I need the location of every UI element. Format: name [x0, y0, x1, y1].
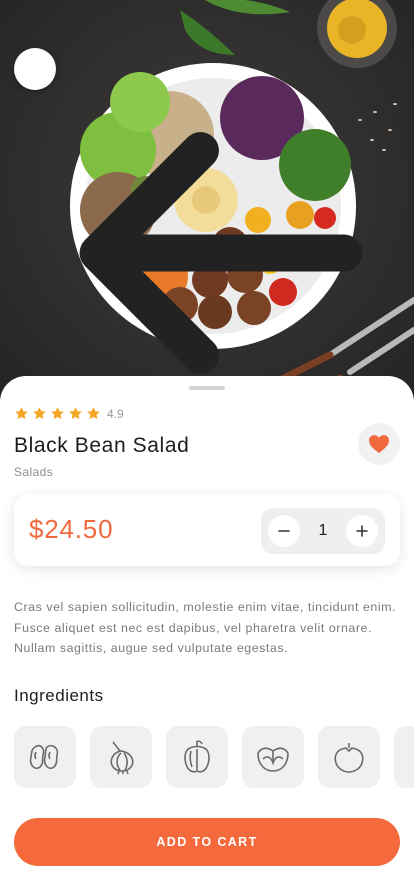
star-icon — [15, 407, 28, 420]
quantity-stepper: 1 — [261, 508, 385, 554]
product-category: Salads — [14, 465, 54, 479]
star-icon — [87, 407, 100, 420]
star-icon — [69, 407, 82, 420]
onion-icon — [110, 741, 134, 775]
cabbage-icon — [257, 747, 289, 772]
drag-handle[interactable] — [189, 386, 225, 390]
ingredient-item[interactable] — [166, 726, 228, 788]
arrow-left-icon — [79, 132, 363, 374]
ingredients-title: Ingredients — [14, 686, 104, 705]
decrease-quantity-button[interactable] — [268, 515, 300, 547]
tomato-icon — [334, 743, 364, 773]
favorite-button[interactable] — [358, 423, 400, 465]
product-price: $24.50 — [29, 514, 114, 544]
star-icon — [51, 407, 64, 420]
back-button[interactable] — [14, 48, 363, 374]
ingredient-item[interactable] — [394, 726, 414, 788]
ingredients-list — [14, 726, 414, 788]
star-icon — [33, 407, 46, 420]
plus-icon — [356, 525, 368, 537]
ingredient-item[interactable] — [90, 726, 152, 788]
product-description: Cras vel sapien sollicitudin, molestie e… — [14, 600, 397, 655]
ingredient-item[interactable] — [318, 726, 380, 788]
minus-icon — [278, 530, 290, 532]
bell-pepper-icon — [184, 740, 210, 773]
increase-quantity-button[interactable] — [346, 515, 378, 547]
add-to-cart-button[interactable]: ADD TO CART — [14, 818, 400, 866]
product-name: Black Bean Salad — [14, 434, 190, 457]
beans-icon — [29, 744, 59, 770]
ingredient-item[interactable] — [14, 726, 76, 788]
product-details-sheet: 4.9 Black Bean Salad Salads $24.50 1 Cra… — [0, 376, 414, 896]
rating: 4.9 — [14, 406, 124, 421]
ingredient-item[interactable] — [242, 726, 304, 788]
price-card: $24.50 1 — [14, 494, 400, 566]
rating-value: 4.9 — [107, 406, 124, 421]
quantity-value: 1 — [318, 522, 328, 539]
heart-icon — [369, 435, 389, 454]
partial-ingredient-icon — [405, 737, 414, 777]
hero-image — [0, 0, 414, 410]
